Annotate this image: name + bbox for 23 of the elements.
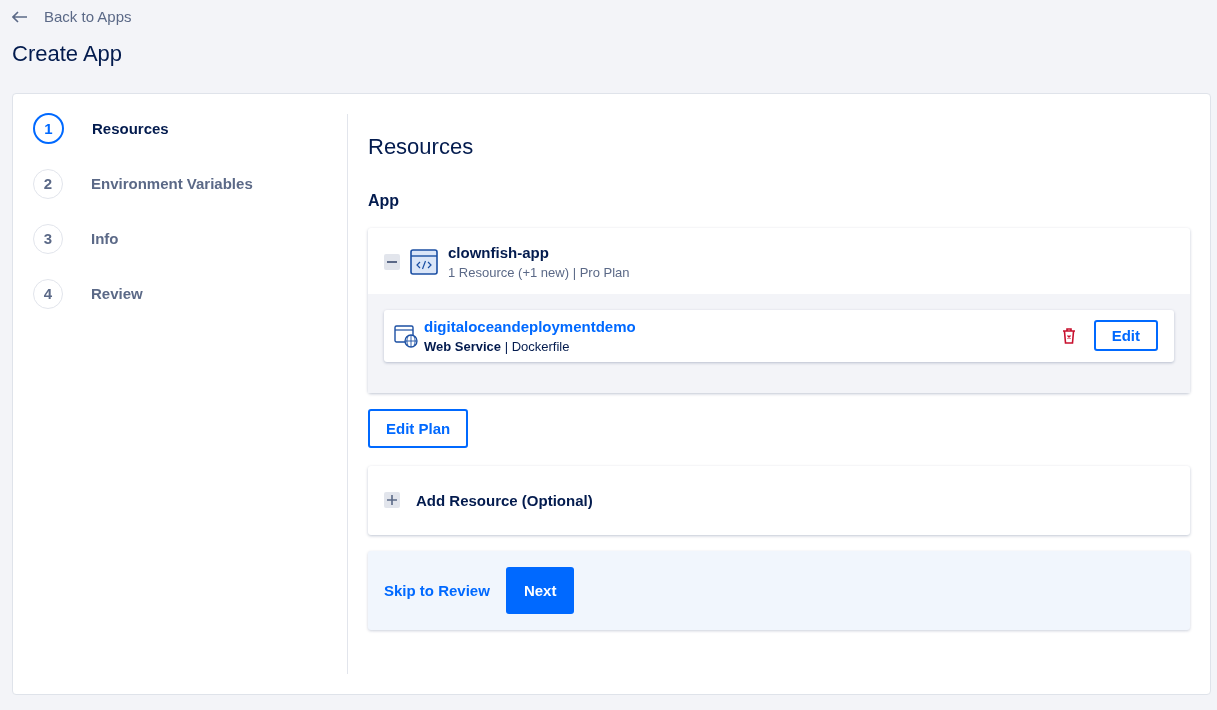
- back-arrow-icon: [12, 10, 28, 23]
- component-name-link[interactable]: digitaloceandeploymentdemo: [424, 317, 1062, 335]
- section-title: Resources: [368, 133, 475, 160]
- wizard-step[interactable]: 4 Review: [33, 278, 347, 309]
- edit-button[interactable]: Edit: [1093, 320, 1158, 351]
- app-summary: 1 Resource (+1 new) | Pro Plan: [448, 264, 630, 280]
- edit-plan-button[interactable]: Edit Plan: [368, 408, 469, 448]
- skip-to-review-link[interactable]: Skip to Review: [384, 581, 490, 599]
- code-window-icon: [410, 248, 438, 275]
- expand-toggle-icon[interactable]: [384, 492, 400, 508]
- collapse-toggle-icon[interactable]: [384, 253, 400, 270]
- component-detail: Web Service | Dockerfile: [424, 338, 571, 354]
- wizard-step[interactable]: 2 Environment Variables: [33, 168, 347, 199]
- app-heading: App: [368, 191, 401, 210]
- delete-trash-icon[interactable]: [1061, 327, 1076, 344]
- add-resource-label: Add Resource (Optional): [416, 491, 593, 509]
- next-button[interactable]: Next: [505, 566, 575, 614]
- app-name: clownfish-app: [448, 243, 550, 261]
- page-title: Create App: [12, 40, 124, 67]
- wizard-step[interactable]: 1 Resources: [33, 113, 347, 144]
- wizard-step[interactable]: 3 Info: [33, 223, 347, 254]
- web-globe-icon: [394, 323, 418, 348]
- back-link[interactable]: Back to Apps: [12, 8, 132, 25]
